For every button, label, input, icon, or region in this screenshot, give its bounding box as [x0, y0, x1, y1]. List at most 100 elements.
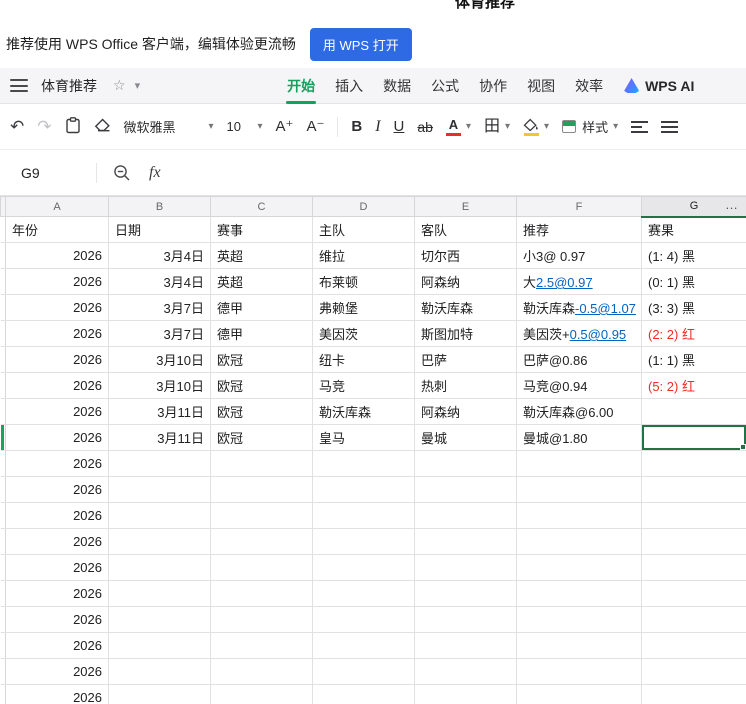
cell-home[interactable]: 勒沃库森 [312, 398, 415, 425]
cell-year[interactable]: 2026 [5, 502, 109, 529]
align-center-button[interactable] [661, 120, 679, 133]
cell-away[interactable]: 勒沃库森 [414, 294, 517, 321]
cell-date[interactable]: 3月11日 [108, 424, 211, 451]
cell-result[interactable]: (1: 1) 黑 [641, 346, 746, 373]
header-cell-date[interactable]: 日期 [108, 216, 211, 243]
cell-empty[interactable] [414, 476, 517, 503]
cell-empty[interactable] [210, 528, 313, 555]
cell-empty[interactable] [210, 684, 313, 704]
cell-empty[interactable] [312, 450, 415, 477]
cell-away[interactable]: 斯图加特 [414, 320, 517, 347]
cell-empty[interactable] [414, 606, 517, 633]
cell-year[interactable]: 2026 [5, 580, 109, 607]
cell-event[interactable]: 德甲 [210, 294, 313, 321]
cell-result[interactable]: (2: 2) 红 [641, 320, 746, 347]
cell-empty[interactable] [516, 450, 642, 477]
header-cell-result[interactable]: 赛果 [641, 216, 746, 243]
cell-empty[interactable] [108, 658, 211, 685]
tab-data[interactable]: 数据 [382, 68, 412, 104]
cell-empty[interactable] [641, 450, 746, 477]
tab-collaborate[interactable]: 协作 [478, 68, 508, 104]
hamburger-menu-icon[interactable] [10, 79, 28, 92]
cell-empty[interactable] [108, 684, 211, 704]
header-cell-event[interactable]: 赛事 [210, 216, 313, 243]
recommendation-link[interactable]: 0.5@0.95 [570, 327, 627, 342]
cell-year[interactable]: 2026 [5, 372, 109, 399]
cell-year[interactable]: 2026 [5, 398, 109, 425]
cell-away[interactable]: 切尔西 [414, 242, 517, 269]
increase-font-button[interactable]: A⁺ [276, 119, 294, 134]
cell-year[interactable]: 2026 [5, 632, 109, 659]
cell-event[interactable]: 德甲 [210, 320, 313, 347]
header-cell-home[interactable]: 主队 [312, 216, 415, 243]
font-size-select[interactable]: 10 ▾ [227, 119, 263, 134]
cell-result[interactable]: (1: 4) 黑 [641, 242, 746, 269]
cell-empty[interactable] [210, 450, 313, 477]
cell-empty[interactable] [108, 450, 211, 477]
header-cell-rec[interactable]: 推荐 [516, 216, 642, 243]
cell-empty[interactable] [414, 554, 517, 581]
cell-empty[interactable] [108, 502, 211, 529]
cell-reference-box[interactable]: G9 [0, 165, 96, 181]
cell-home[interactable]: 美因茨 [312, 320, 415, 347]
cell-year[interactable]: 2026 [5, 294, 109, 321]
cell-empty[interactable] [210, 476, 313, 503]
cell-date[interactable]: 3月7日 [108, 294, 211, 321]
strikethrough-button[interactable]: ab [417, 120, 433, 134]
cell-away[interactable]: 巴萨 [414, 346, 517, 373]
bold-button[interactable]: B [351, 119, 362, 134]
fill-color-button[interactable]: ▾ [523, 118, 549, 136]
cell-date[interactable]: 3月10日 [108, 372, 211, 399]
cell-recommendation[interactable]: 大2.5@0.97 [516, 268, 642, 295]
cell-empty[interactable] [210, 554, 313, 581]
cell-recommendation[interactable]: 巴萨@0.86 [516, 346, 642, 373]
cell-home[interactable]: 维拉 [312, 242, 415, 269]
eraser-icon[interactable] [94, 118, 111, 136]
cell-empty[interactable] [516, 528, 642, 555]
underline-button[interactable]: U [394, 119, 405, 134]
cell-date[interactable]: 3月7日 [108, 320, 211, 347]
cell-away[interactable]: 阿森纳 [414, 268, 517, 295]
tab-formula[interactable]: 公式 [430, 68, 460, 104]
cell-empty[interactable] [414, 632, 517, 659]
cell-event[interactable]: 欧冠 [210, 346, 313, 373]
zoom-out-icon[interactable] [113, 164, 131, 182]
cell-empty[interactable] [516, 580, 642, 607]
cell-empty[interactable] [312, 528, 415, 555]
column-header-B[interactable]: B [108, 196, 211, 217]
cell-empty[interactable] [516, 606, 642, 633]
cell-empty[interactable] [312, 632, 415, 659]
cell-recommendation[interactable]: 马竞@0.94 [516, 372, 642, 399]
format-painter-icon[interactable] [65, 116, 81, 137]
cell-away[interactable]: 曼城 [414, 424, 517, 451]
cell-year[interactable]: 2026 [5, 450, 109, 477]
tab-insert[interactable]: 插入 [334, 68, 364, 104]
cell-year[interactable]: 2026 [5, 320, 109, 347]
undo-icon[interactable]: ↶ [10, 118, 24, 135]
cell-event[interactable]: 英超 [210, 242, 313, 269]
cell-away[interactable]: 阿森纳 [414, 398, 517, 425]
header-cell-year[interactable]: 年份 [5, 216, 109, 243]
cell-empty[interactable] [516, 658, 642, 685]
cell-result[interactable]: (0: 1) 黑 [641, 268, 746, 295]
cell-empty[interactable] [312, 476, 415, 503]
cell-year[interactable]: 2026 [5, 606, 109, 633]
more-columns-indicator[interactable]: … [725, 197, 738, 212]
cell-empty[interactable] [641, 528, 746, 555]
cell-recommendation[interactable]: 勒沃库森@6.00 [516, 398, 642, 425]
cell-home[interactable]: 布莱顿 [312, 268, 415, 295]
cell-event[interactable]: 英超 [210, 268, 313, 295]
cell-empty[interactable] [414, 658, 517, 685]
decrease-font-button[interactable]: A⁻ [306, 119, 324, 134]
cell-year[interactable]: 2026 [5, 346, 109, 373]
cell-empty[interactable] [414, 502, 517, 529]
cell-year[interactable]: 2026 [5, 658, 109, 685]
cell-year[interactable]: 2026 [5, 684, 109, 704]
cell-year[interactable]: 2026 [5, 268, 109, 295]
cell-empty[interactable] [414, 528, 517, 555]
cell-date[interactable]: 3月10日 [108, 346, 211, 373]
cell-empty[interactable] [210, 606, 313, 633]
cell-event[interactable]: 欧冠 [210, 398, 313, 425]
cell-year[interactable]: 2026 [5, 476, 109, 503]
cell-empty[interactable] [108, 476, 211, 503]
